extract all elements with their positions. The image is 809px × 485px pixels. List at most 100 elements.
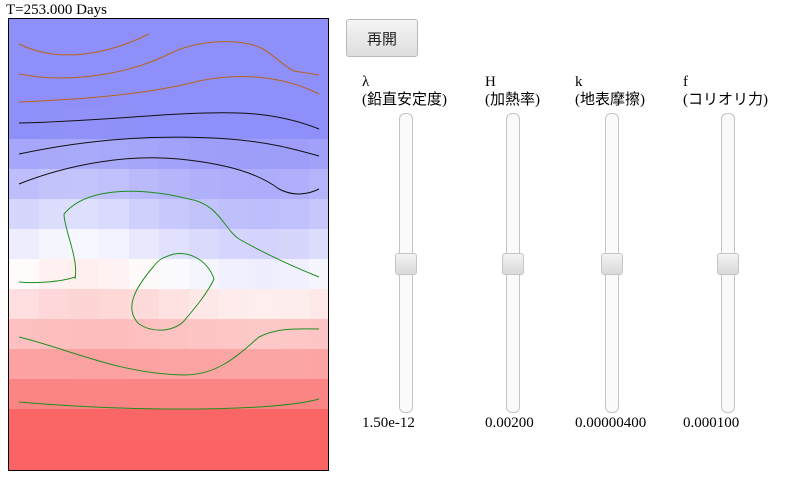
field-cell-113 xyxy=(99,319,130,350)
field-cell-34 xyxy=(39,109,70,140)
field-cell-102 xyxy=(99,289,130,320)
field-cell-47 xyxy=(99,139,130,170)
field-cell-70 xyxy=(129,199,160,230)
field-cell-124 xyxy=(99,349,130,380)
field-cell-121 xyxy=(9,349,40,380)
field-cell-119 xyxy=(279,319,310,350)
field-cell-147 xyxy=(129,409,160,440)
field-cell-95 xyxy=(219,259,250,290)
field-cell-46 xyxy=(69,139,100,170)
field-cell-157 xyxy=(99,439,130,470)
field-cell-100 xyxy=(39,289,70,320)
field-cell-104 xyxy=(159,289,190,320)
field-cell-63 xyxy=(249,169,280,200)
field-cell-87 xyxy=(309,229,328,260)
field-cell-51 xyxy=(219,139,250,170)
field-cell-142 xyxy=(309,379,328,410)
field-cell-5 xyxy=(159,19,190,50)
coriolis-label: f (コリオリ力) xyxy=(683,73,768,109)
field-cell-151 xyxy=(249,409,280,440)
field-cell-172 xyxy=(219,469,250,470)
field-cell-69 xyxy=(99,199,130,230)
heating-symbol: H xyxy=(485,74,496,90)
field-cell-90 xyxy=(69,259,100,290)
heating-value: 0.00200 xyxy=(485,415,534,431)
field-cell-2 xyxy=(69,19,100,50)
field-cell-73 xyxy=(219,199,250,230)
field-cell-143 xyxy=(9,409,40,440)
field-cell-49 xyxy=(159,139,190,170)
field-cell-16 xyxy=(159,49,190,80)
field-cell-50 xyxy=(189,139,220,170)
field-cell-55 xyxy=(9,169,40,200)
field-cell-115 xyxy=(159,319,190,350)
field-cell-86 xyxy=(279,229,310,260)
field-cell-111 xyxy=(39,319,70,350)
lambda-slider-thumb[interactable] xyxy=(395,253,417,275)
field-cell-91 xyxy=(99,259,130,290)
lambda-description: (鉛直安定度) xyxy=(362,92,447,108)
field-cell-89 xyxy=(39,259,70,290)
field-cell-14 xyxy=(99,49,130,80)
field-cell-71 xyxy=(159,199,190,230)
field-cell-96 xyxy=(249,259,280,290)
field-cell-4 xyxy=(129,19,160,50)
field-cell-99 xyxy=(9,289,40,320)
friction-slider[interactable] xyxy=(601,113,623,413)
field-cell-152 xyxy=(279,409,310,440)
field-cell-74 xyxy=(249,199,280,230)
field-cell-120 xyxy=(309,319,328,350)
coriolis-slider[interactable] xyxy=(717,113,739,413)
field-cell-23 xyxy=(39,79,70,110)
field-cell-61 xyxy=(189,169,220,200)
field-cell-129 xyxy=(249,349,280,380)
field-cell-3 xyxy=(99,19,130,50)
field-cell-0 xyxy=(9,19,40,50)
field-cell-30 xyxy=(249,79,280,110)
field-cell-161 xyxy=(219,439,250,470)
field-cell-19 xyxy=(249,49,280,80)
field-cell-33 xyxy=(9,109,40,140)
field-cell-32 xyxy=(309,79,328,110)
field-cell-154 xyxy=(9,439,40,470)
field-cell-110 xyxy=(9,319,40,350)
field-cell-1 xyxy=(39,19,70,50)
heating-slider-thumb[interactable] xyxy=(502,253,524,275)
simulation-canvas xyxy=(8,18,329,471)
field-cell-148 xyxy=(159,409,190,440)
field-cell-163 xyxy=(279,439,310,470)
field-cell-83 xyxy=(189,229,220,260)
field-cell-101 xyxy=(69,289,100,320)
coriolis-value: 0.000100 xyxy=(683,415,740,431)
field-cell-131 xyxy=(309,349,328,380)
temperature-field xyxy=(9,19,328,470)
heating-slider[interactable] xyxy=(502,113,524,413)
friction-slider-thumb[interactable] xyxy=(601,253,623,275)
field-cell-22 xyxy=(9,79,40,110)
heating-label: H (加熱率) xyxy=(485,73,540,109)
friction-label: k (地表摩擦) xyxy=(575,73,645,109)
field-cell-134 xyxy=(69,379,100,410)
field-cell-27 xyxy=(159,79,190,110)
field-cell-37 xyxy=(129,109,160,140)
field-cell-78 xyxy=(39,229,70,260)
field-cell-64 xyxy=(279,169,310,200)
field-cell-36 xyxy=(99,109,130,140)
lambda-slider[interactable] xyxy=(395,113,417,413)
field-cell-145 xyxy=(69,409,100,440)
field-cell-130 xyxy=(279,349,310,380)
heating-description: (加熱率) xyxy=(485,92,540,108)
field-cell-66 xyxy=(9,199,40,230)
field-cell-85 xyxy=(249,229,280,260)
field-cell-171 xyxy=(189,469,220,470)
field-cell-9 xyxy=(279,19,310,50)
resume-button[interactable]: 再開 xyxy=(346,19,418,57)
field-cell-24 xyxy=(69,79,100,110)
field-cell-10 xyxy=(309,19,328,50)
coriolis-symbol: f xyxy=(683,74,688,90)
coriolis-slider-thumb[interactable] xyxy=(717,253,739,275)
field-cell-160 xyxy=(189,439,220,470)
field-cell-116 xyxy=(189,319,220,350)
field-cell-144 xyxy=(39,409,70,440)
field-cell-136 xyxy=(129,379,160,410)
